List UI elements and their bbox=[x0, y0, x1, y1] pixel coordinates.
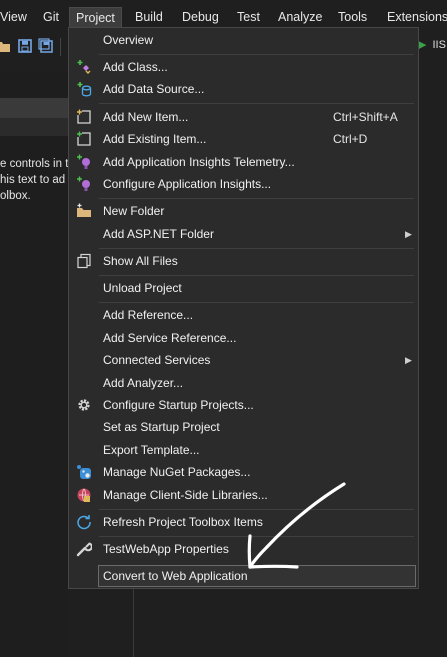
menu-item-label: New Folder bbox=[103, 204, 165, 218]
menu-item-add-analyzer[interactable]: Add Analyzer... bbox=[69, 372, 418, 394]
menu-separator bbox=[99, 54, 414, 55]
add-class-icon bbox=[77, 60, 91, 74]
menu-item-refresh-toolbox[interactable]: Refresh Project Toolbox Items bbox=[69, 511, 418, 533]
toolbox-hint-line: his text to ad bbox=[0, 174, 66, 186]
menu-item-label: Overview bbox=[103, 33, 154, 47]
menu-item-add-reference[interactable]: Add Reference... bbox=[69, 304, 418, 326]
save-all-icon[interactable] bbox=[38, 38, 54, 54]
add-new-item-icon bbox=[77, 109, 91, 124]
menu-item-add-service-reference[interactable]: Add Service Reference... bbox=[69, 327, 418, 349]
menu-tools[interactable]: Tools bbox=[338, 8, 367, 26]
menu-view[interactable]: View bbox=[0, 8, 27, 26]
menu-test[interactable]: Test bbox=[237, 8, 260, 26]
menu-git[interactable]: Git bbox=[43, 8, 59, 26]
menu-item-label: Add Class... bbox=[103, 60, 168, 74]
menu-item-configure-startup[interactable]: Configure Startup Projects... bbox=[69, 394, 418, 416]
menu-item-export-template[interactable]: Export Template... bbox=[69, 439, 418, 461]
nuget-icon bbox=[77, 465, 91, 479]
menu-item-label: Refresh Project Toolbox Items bbox=[103, 515, 263, 529]
menu-item-set-startup[interactable]: Set as Startup Project bbox=[69, 416, 418, 438]
menu-item-label: Connected Services bbox=[103, 353, 211, 367]
gear-icon bbox=[78, 399, 90, 411]
menu-separator bbox=[99, 103, 414, 104]
menu-item-label: Export Template... bbox=[103, 443, 200, 457]
menu-item-label: Add Application Insights Telemetry... bbox=[103, 155, 295, 169]
menu-item-label: Manage Client-Side Libraries... bbox=[103, 488, 268, 502]
menu-separator bbox=[99, 536, 414, 537]
refresh-icon bbox=[77, 515, 91, 530]
show-all-files-icon bbox=[77, 253, 91, 269]
menu-item-convert-to-web-app[interactable]: Convert to Web Application bbox=[69, 565, 418, 587]
submenu-arrow-icon: ▶ bbox=[405, 355, 412, 365]
menu-item-label: Add Data Source... bbox=[103, 82, 205, 96]
menu-separator bbox=[99, 275, 414, 276]
toolbox-hint: e controls in t his text to ad olbox. bbox=[0, 156, 68, 204]
menu-item-add-new-item[interactable]: Add New Item... Ctrl+Shift+A bbox=[69, 106, 418, 128]
menu-item-manage-nuget[interactable]: Manage NuGet Packages... bbox=[69, 461, 418, 483]
menu-item-label: Add Service Reference... bbox=[103, 331, 237, 345]
add-existing-item-icon bbox=[77, 131, 91, 146]
menu-item-overview[interactable]: Overview bbox=[69, 29, 418, 51]
menu-item-label: Add New Item... bbox=[103, 110, 189, 124]
menu-item-label: Add Reference... bbox=[103, 308, 194, 322]
add-data-source-icon bbox=[77, 82, 92, 97]
menu-project[interactable]: Project bbox=[69, 7, 122, 28]
menu-item-label: Manage NuGet Packages... bbox=[103, 465, 251, 479]
toolbar-separator bbox=[60, 38, 61, 56]
menu-separator bbox=[99, 198, 414, 199]
menu-item-shortcut: Ctrl+D bbox=[333, 132, 368, 146]
submenu-arrow-icon: ▶ bbox=[405, 229, 412, 239]
toolbox-hint-line: olbox. bbox=[0, 190, 31, 202]
menu-item-add-class[interactable]: Add Class... bbox=[69, 56, 418, 78]
run-target[interactable]: ▶ IIS bbox=[418, 38, 446, 51]
toolbar bbox=[0, 35, 68, 59]
menu-debug[interactable]: Debug bbox=[182, 8, 219, 26]
toolbox-hint-line: e controls in t bbox=[0, 158, 68, 170]
menu-extensions[interactable]: Extensions bbox=[387, 8, 447, 26]
menu-item-configure-app-insights[interactable]: Configure Application Insights... bbox=[69, 173, 418, 195]
menu-item-add-existing-item[interactable]: Add Existing Item... Ctrl+D bbox=[69, 128, 418, 150]
menu-item-label: Configure Startup Projects... bbox=[103, 398, 254, 412]
menu-item-connected-services[interactable]: Connected Services ▶ bbox=[69, 349, 418, 371]
menu-item-label: Set as Startup Project bbox=[103, 420, 220, 434]
menu-item-unload-project[interactable]: Unload Project bbox=[69, 277, 418, 299]
menu-separator bbox=[99, 248, 414, 249]
wrench-icon bbox=[76, 542, 92, 557]
play-icon[interactable]: ▶ bbox=[418, 39, 426, 51]
menu-item-shortcut: Ctrl+Shift+A bbox=[333, 110, 398, 124]
project-menu-dropdown: Overview Add Class... Add Data Source... bbox=[68, 27, 419, 589]
menu-item-new-folder[interactable]: New Folder bbox=[69, 200, 418, 222]
menu-item-label: Configure Application Insights... bbox=[103, 177, 272, 191]
run-target-label: IIS bbox=[432, 39, 446, 51]
visual-studio-window: View Git Project Build Debug Test Analyz… bbox=[0, 0, 447, 657]
save-icon[interactable] bbox=[17, 38, 33, 54]
menu-item-label: Unload Project bbox=[103, 281, 182, 295]
new-folder-icon bbox=[77, 203, 91, 217]
menu-item-label: Add Existing Item... bbox=[103, 132, 207, 146]
menu-item-show-all-files[interactable]: Show All Files bbox=[69, 250, 418, 272]
panel-subheader bbox=[0, 118, 68, 136]
menu-item-label: Convert to Web Application bbox=[103, 569, 248, 583]
menu-analyze[interactable]: Analyze bbox=[278, 8, 322, 26]
menu-item-add-data-source[interactable]: Add Data Source... bbox=[69, 78, 418, 100]
menu-item-manage-libraries[interactable]: Manage Client-Side Libraries... bbox=[69, 484, 418, 506]
menu-item-properties[interactable]: TestWebApp Properties bbox=[69, 538, 418, 560]
left-panel: e controls in t his text to ad olbox. bbox=[0, 72, 68, 657]
menu-separator bbox=[99, 509, 414, 510]
menu-build[interactable]: Build bbox=[135, 8, 163, 26]
menu-item-label: Add Analyzer... bbox=[103, 376, 184, 390]
menu-item-add-app-insights[interactable]: Add Application Insights Telemetry... bbox=[69, 151, 418, 173]
libman-icon bbox=[77, 488, 91, 502]
menu-item-label: TestWebApp Properties bbox=[103, 542, 229, 556]
menu-separator bbox=[99, 302, 414, 303]
panel-header bbox=[0, 98, 68, 118]
menu-item-add-aspnet-folder[interactable]: Add ASP.NET Folder ▶ bbox=[69, 223, 418, 245]
app-insights-icon bbox=[77, 176, 90, 191]
editor-divider bbox=[133, 588, 134, 657]
app-insights-icon bbox=[77, 154, 90, 169]
menu-item-label: Show All Files bbox=[103, 254, 178, 268]
menu-item-label: Add ASP.NET Folder bbox=[103, 227, 214, 241]
open-folder-icon[interactable] bbox=[0, 38, 12, 54]
